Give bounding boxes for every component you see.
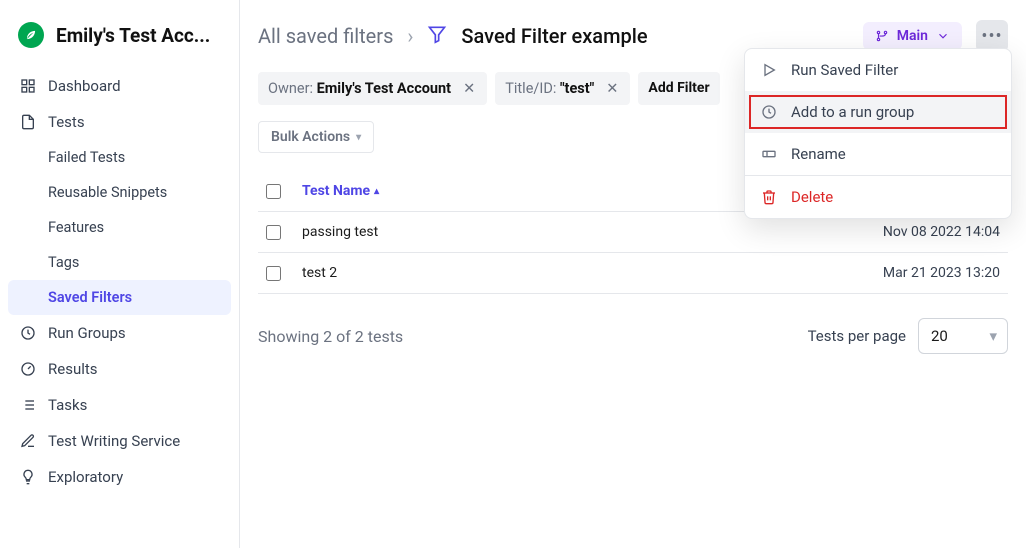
last-edited: Mar 21 2023 13:20 <box>820 265 1000 281</box>
branch-label: Main <box>897 28 928 44</box>
results-count: Showing 2 of 2 tests <box>258 327 796 346</box>
menu-label: Add to a run group <box>791 103 914 121</box>
sidebar-sub-failed-tests[interactable]: Failed Tests <box>8 140 231 175</box>
gauge-icon <box>20 361 36 377</box>
sidebar-item-label: Features <box>48 219 104 236</box>
sidebar-item-label: Dashboard <box>48 77 121 95</box>
account-name[interactable]: Emily's Test Acc... <box>56 24 210 47</box>
table-row[interactable]: test 2 Mar 21 2023 13:20 <box>258 253 1008 294</box>
rename-icon <box>761 146 777 162</box>
clock-icon <box>761 104 777 120</box>
list-icon <box>20 397 36 413</box>
menu-label: Run Saved Filter <box>791 61 898 79</box>
sidebar-sub-saved-filters[interactable]: Saved Filters <box>8 280 231 315</box>
sidebar-item-label: Saved Filters <box>48 289 132 306</box>
sidebar-item-label: Tags <box>48 254 79 271</box>
sidebar-item-label: Exploratory <box>48 468 123 486</box>
sidebar-item-tests[interactable]: Tests <box>8 104 231 140</box>
branch-selector[interactable]: Main <box>863 22 962 50</box>
close-icon[interactable]: ✕ <box>461 80 477 97</box>
sidebar-sub-features[interactable]: Features <box>8 210 231 245</box>
pencil-icon <box>20 433 36 449</box>
table-footer: Showing 2 of 2 tests Tests per page 20 <box>258 318 1008 354</box>
chip-key: Title/ID: <box>505 80 560 97</box>
chevron-down-icon <box>936 29 950 43</box>
sidebar: Emily's Test Acc... Dashboard Tests Fail… <box>0 0 240 548</box>
select-all-checkbox[interactable] <box>266 184 281 199</box>
sidebar-item-label: Run Groups <box>48 324 126 342</box>
chip-value: "test" <box>560 80 594 97</box>
sort-asc-icon: ▴ <box>374 186 379 197</box>
row-checkbox[interactable] <box>266 266 281 281</box>
brand: Emily's Test Acc... <box>8 16 231 68</box>
breadcrumb-root[interactable]: All saved filters <box>258 24 393 48</box>
filter-chip-title[interactable]: Title/ID: "test" ✕ <box>495 72 630 105</box>
clock-icon <box>20 325 36 341</box>
sidebar-item-label: Test Writing Service <box>48 432 180 450</box>
sidebar-item-exploratory[interactable]: Exploratory <box>8 459 231 495</box>
page-title: Saved Filter example <box>461 24 647 48</box>
grid-icon <box>20 78 36 94</box>
per-page-label: Tests per page <box>808 327 906 345</box>
menu-item-delete[interactable]: Delete <box>745 176 1011 218</box>
bulk-actions-button[interactable]: Bulk Actions ▾ <box>258 121 374 153</box>
row-checkbox[interactable] <box>266 225 281 240</box>
lightbulb-icon <box>20 469 36 485</box>
sidebar-item-label: Reusable Snippets <box>48 184 167 201</box>
column-header-name[interactable]: Test Name▴ <box>302 183 379 199</box>
sidebar-item-label: Tests <box>48 113 85 131</box>
close-icon[interactable]: ✕ <box>604 80 620 97</box>
trash-icon <box>761 189 777 205</box>
leaf-icon <box>24 28 38 42</box>
menu-item-rename[interactable]: Rename <box>745 133 1011 175</box>
menu-item-run-saved-filter[interactable]: Run Saved Filter <box>745 49 1011 91</box>
per-page-select[interactable]: 20 <box>918 318 1008 354</box>
test-name: passing test <box>302 224 820 240</box>
add-filter-button[interactable]: Add Filter <box>638 72 719 105</box>
bulk-label: Bulk Actions <box>271 129 350 145</box>
play-icon <box>761 62 777 78</box>
menu-label: Delete <box>791 188 833 206</box>
sidebar-sub-tags[interactable]: Tags <box>8 245 231 280</box>
file-icon <box>20 114 36 130</box>
chip-key: Owner: <box>268 80 317 97</box>
sidebar-item-test-writing-service[interactable]: Test Writing Service <box>8 423 231 459</box>
sidebar-item-label: Tasks <box>48 396 87 414</box>
chip-value: Emily's Test Account <box>317 80 452 97</box>
git-branch-icon <box>875 29 889 43</box>
brand-logo <box>18 22 44 48</box>
sidebar-item-dashboard[interactable]: Dashboard <box>8 68 231 104</box>
test-name: test 2 <box>302 265 820 281</box>
chevron-right-icon: › <box>407 24 413 48</box>
sidebar-item-run-groups[interactable]: Run Groups <box>8 315 231 351</box>
sidebar-item-results[interactable]: Results <box>8 351 231 387</box>
sidebar-item-tasks[interactable]: Tasks <box>8 387 231 423</box>
sidebar-item-label: Failed Tests <box>48 149 125 166</box>
sidebar-sub-reusable-snippets[interactable]: Reusable Snippets <box>8 175 231 210</box>
filter-icon <box>427 24 447 48</box>
filter-chip-owner[interactable]: Owner: Emily's Test Account ✕ <box>258 72 487 105</box>
menu-item-add-to-run-group[interactable]: Add to a run group <box>745 91 1011 133</box>
sidebar-item-label: Results <box>48 360 98 378</box>
ellipsis-icon: ••• <box>981 26 1002 47</box>
last-edited: Nov 08 2022 14:04 <box>820 224 1000 240</box>
menu-label: Rename <box>791 145 846 163</box>
main: All saved filters › Saved Filter example… <box>240 0 1026 548</box>
chevron-down-icon: ▾ <box>356 132 361 143</box>
actions-dropdown: Run Saved Filter Add to a run group Rena… <box>744 48 1012 219</box>
